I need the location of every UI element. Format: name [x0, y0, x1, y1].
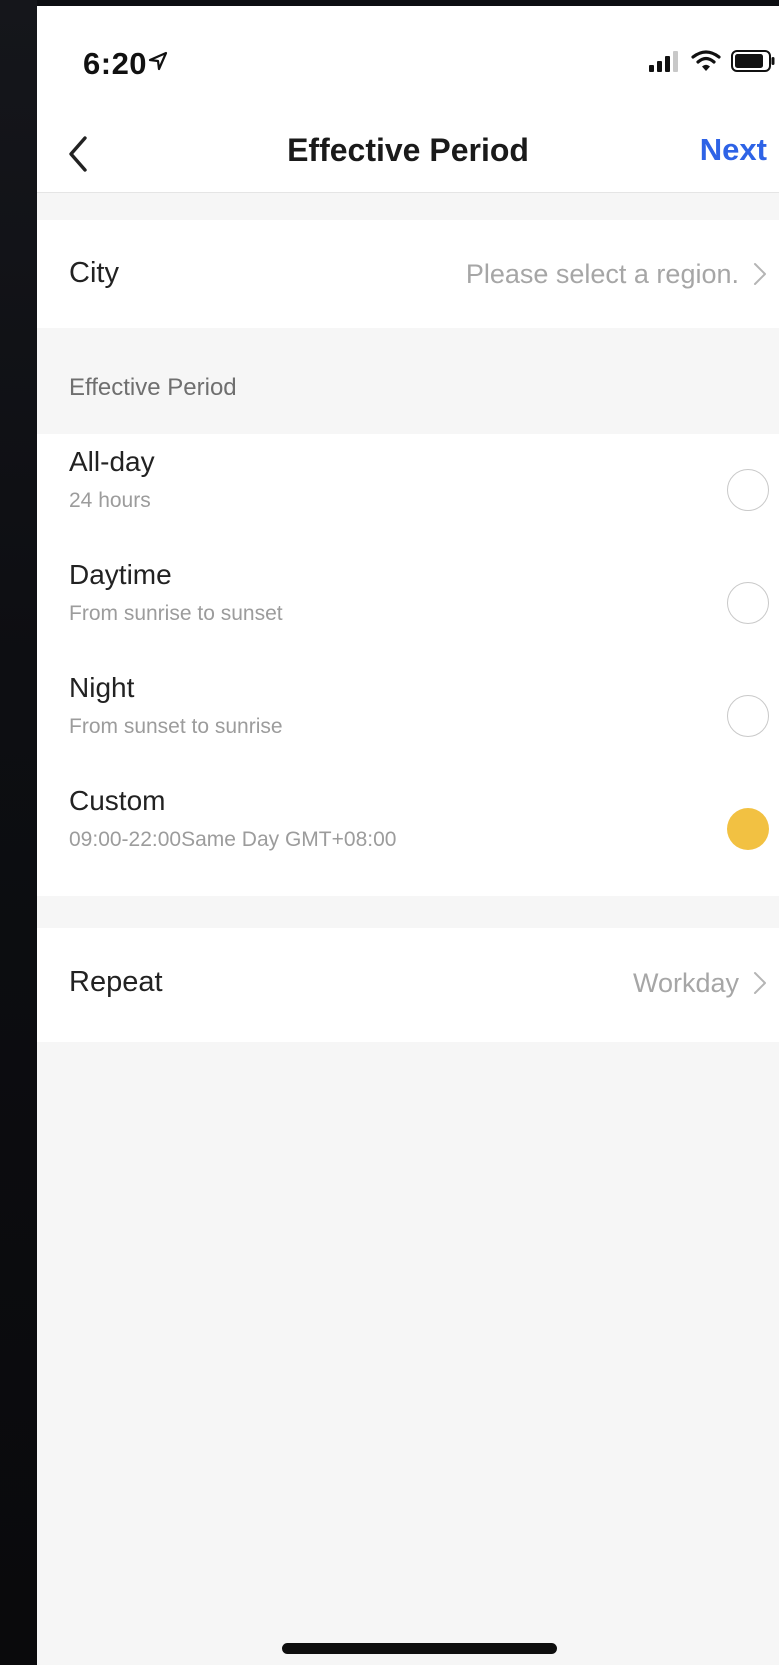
city-label: City: [69, 257, 119, 289]
city-value: Please select a region.: [465, 259, 739, 289]
chevron-right-icon: [754, 972, 766, 994]
period-option-title: Daytime: [69, 559, 172, 590]
radio-unselected-icon[interactable]: [727, 695, 769, 737]
period-option-title: All-day: [69, 446, 155, 477]
period-options-list: All-day 24 hours Daytime From sunrise to…: [37, 434, 779, 896]
next-button[interactable]: Next: [700, 132, 767, 168]
period-option-title: Custom: [69, 785, 166, 816]
period-option-all-day[interactable]: All-day 24 hours: [37, 434, 779, 544]
period-option-custom[interactable]: Custom 09:00-22:00Same Day GMT+08:00: [37, 773, 779, 883]
radio-unselected-icon[interactable]: [727, 582, 769, 624]
repeat-value: Workday: [632, 968, 739, 998]
radio-unselected-icon[interactable]: [727, 469, 769, 511]
repeat-row[interactable]: Repeat Workday: [37, 928, 779, 1042]
chevron-right-icon: [754, 263, 766, 285]
repeat-label: Repeat: [69, 966, 163, 998]
status-icons: [649, 50, 775, 72]
location-arrow-icon: [148, 51, 168, 71]
period-option-title: Night: [69, 672, 135, 703]
page-title: Effective Period: [287, 132, 529, 168]
app-screen: 6:20 Effective Period Next City Please s…: [37, 6, 779, 1665]
battery-icon: [731, 50, 775, 72]
period-option-daytime[interactable]: Daytime From sunrise to sunset: [37, 547, 779, 657]
status-time: 6:20: [83, 46, 148, 81]
city-row[interactable]: City Please select a region.: [37, 220, 779, 328]
device-frame-left: [0, 0, 37, 1665]
status-bar: 6:20: [37, 6, 779, 116]
wifi-icon: [691, 50, 721, 71]
period-option-subtitle: From sunrise to sunset: [69, 602, 283, 625]
period-option-subtitle: 09:00-22:00Same Day GMT+08:00: [69, 828, 397, 851]
home-indicator[interactable]: [282, 1643, 557, 1654]
navigation-bar: Effective Period Next: [37, 116, 779, 193]
period-option-night[interactable]: Night From sunset to sunrise: [37, 660, 779, 770]
section-header-effective-period: Effective Period: [69, 374, 237, 401]
cellular-signal-icon: [649, 51, 678, 72]
period-option-subtitle: From sunset to sunrise: [69, 715, 283, 738]
radio-selected-icon[interactable]: [727, 808, 769, 850]
period-option-subtitle: 24 hours: [69, 489, 151, 512]
